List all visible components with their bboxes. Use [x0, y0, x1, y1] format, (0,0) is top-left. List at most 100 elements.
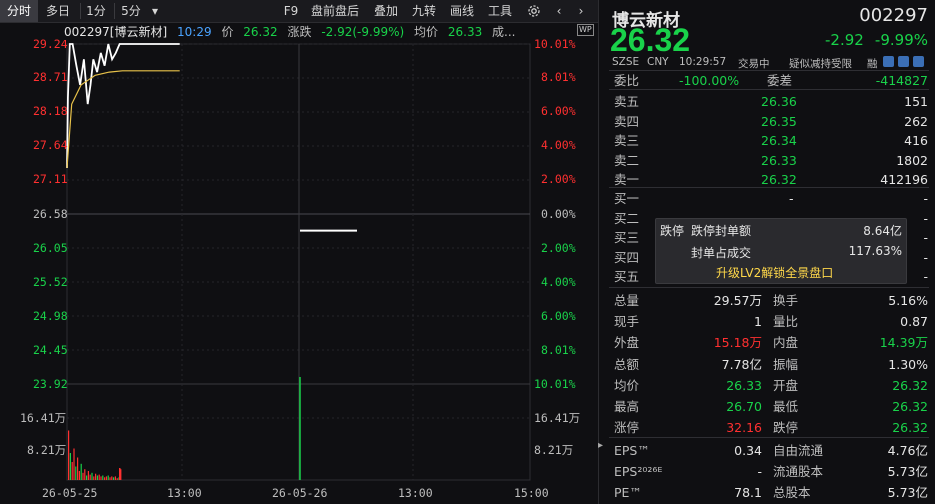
price-tick: 28.71 — [33, 70, 68, 84]
volume-bar — [68, 430, 70, 480]
premarket-button[interactable]: 盘前盘后 — [306, 0, 364, 22]
volume-bar — [82, 472, 84, 480]
chevron-left-icon[interactable]: ‹ — [550, 0, 568, 22]
volume-bar — [107, 475, 109, 480]
volume-bar — [95, 473, 97, 480]
bid-level-label: 买五 — [614, 269, 640, 285]
volume-bar — [96, 475, 98, 480]
ask-row: 卖三 26.34 416 — [599, 131, 935, 150]
caret-down-icon[interactable]: ▾ — [148, 0, 162, 22]
stat-label: 最高 — [614, 399, 640, 414]
pct-tick: 6.00% — [541, 104, 576, 118]
ask-row: 卖五 26.36 151 — [599, 92, 935, 111]
stat-value: 26.32 — [892, 399, 928, 414]
fundamental-value: - — [757, 464, 762, 480]
ask-row: 卖二 26.33 1802 — [599, 151, 935, 170]
ask-level-label: 卖二 — [614, 152, 640, 168]
fundamental-value: 0.34 — [734, 443, 762, 458]
collapse-arrow-icon[interactable]: ▸ — [598, 440, 610, 460]
stat-value: 29.57万 — [713, 293, 762, 308]
volume-bar — [114, 476, 116, 480]
settings-icon[interactable] — [524, 0, 544, 22]
share-icon[interactable] — [913, 56, 924, 67]
ask-volume: 262 — [904, 113, 928, 129]
tools-button[interactable]: 工具 — [484, 0, 516, 22]
stock-code-name: 002297[博云新材] — [64, 25, 168, 39]
time-label: 13:00 — [167, 486, 202, 500]
tab-1min[interactable]: 1分 — [82, 0, 110, 22]
stat-value: 26.33 — [726, 377, 762, 393]
price-label: 价 — [221, 25, 234, 39]
fundamental-label: 总股本 — [773, 485, 811, 501]
quote-time: 10:29:57 — [679, 56, 727, 68]
tab-5min[interactable]: 5分 — [116, 0, 146, 22]
volume-bar — [91, 472, 93, 480]
stat-label: 振幅 — [773, 356, 799, 372]
restriction-notice[interactable]: 疑似减持受限 — [789, 56, 852, 71]
stat-value: 7.78亿 — [721, 356, 762, 372]
upgrade-link[interactable]: 升级LV2解锁全景盘口 — [716, 264, 833, 281]
fundamental-row: EPS²⁰²⁶ᴱ - 流通股本 5.73亿 — [599, 462, 935, 481]
pct-tick: 4.00% — [541, 138, 576, 152]
stat-label: 换手 — [773, 293, 799, 308]
avg-label: 均价 — [414, 25, 439, 39]
ask-level-label: 卖五 — [614, 94, 640, 109]
price-tick: 26.05 — [33, 241, 68, 255]
seal-ratio-label: 封单占成交 — [691, 246, 752, 260]
volume-bar — [71, 462, 73, 480]
pct-tick: 8.01% — [541, 343, 576, 357]
price-tick: 23.92 — [33, 377, 68, 391]
volume-bar — [84, 469, 86, 480]
volume-bar — [75, 466, 77, 480]
bid-level-label: 买二 — [614, 210, 640, 226]
stat-label: 内盘 — [773, 335, 799, 351]
price-tick: 27.64 — [33, 138, 68, 152]
chevron-right-icon[interactable]: › — [572, 0, 590, 22]
exchange: SZSE — [612, 56, 640, 68]
seal-amount-label: 跌停封单额 — [691, 224, 752, 238]
volume-tick: 16.41万 — [20, 411, 67, 425]
tab-intraday[interactable]: 分时 — [0, 0, 38, 22]
avg-value: 26.33 — [447, 25, 483, 39]
change-percent: -9.99% — [874, 31, 928, 49]
bid-volume: - — [923, 210, 928, 226]
cursor-time: 10:29 — [177, 25, 212, 39]
draw-line-button[interactable]: 画线 — [446, 0, 478, 22]
stat-row: 均价 26.33 开盘 26.32 — [599, 376, 935, 395]
f9-button[interactable]: F9 — [280, 0, 302, 22]
edit-icon[interactable] — [883, 56, 894, 67]
trading-status: 交易中 — [738, 58, 770, 70]
stat-row: 总量 29.57万 换手 5.16% — [599, 291, 935, 310]
fundamental-value: 4.76亿 — [887, 443, 928, 458]
price-tick: 28.18 — [33, 104, 68, 118]
pct-tick: 2.00% — [541, 241, 576, 255]
volume-bar — [119, 468, 121, 480]
margin-flag: 融 — [867, 58, 878, 70]
pct-tick: 0.00% — [541, 207, 576, 221]
nine-turn-button[interactable]: 九转 — [408, 0, 440, 22]
ask-volume: 416 — [904, 133, 928, 149]
bell-icon[interactable] — [898, 56, 909, 67]
tab-multiday[interactable]: 多日 — [40, 0, 76, 22]
stat-label: 均价 — [614, 377, 640, 393]
pct-tick: 10.01% — [534, 377, 576, 391]
fundamental-row: EPS™ 0.34 自由流通 4.76亿 — [599, 441, 935, 460]
stat-value: 26.32 — [892, 377, 928, 393]
volume-bar — [77, 457, 79, 480]
stat-label: 开盘 — [773, 377, 799, 393]
time-label: 13:00 — [398, 486, 433, 500]
ask-price: 26.35 — [761, 113, 797, 129]
volume-label: 成... — [492, 25, 516, 39]
volume-bar — [86, 475, 88, 480]
average-price-line — [66, 70, 180, 169]
last-price: 26.32 — [610, 22, 691, 58]
bid-volume: - — [923, 269, 928, 285]
volume-bar — [87, 471, 89, 480]
price-series-line — [66, 43, 180, 169]
price-tick: 24.45 — [33, 343, 68, 357]
ask-level-label: 卖三 — [614, 133, 640, 149]
stat-row: 总额 7.78亿 振幅 1.30% — [599, 355, 935, 374]
change-value: -2.92(-9.99%) — [321, 25, 405, 39]
seal-amount-value: 8.64亿 — [863, 224, 902, 238]
overlay-button[interactable]: 叠加 — [370, 0, 402, 22]
